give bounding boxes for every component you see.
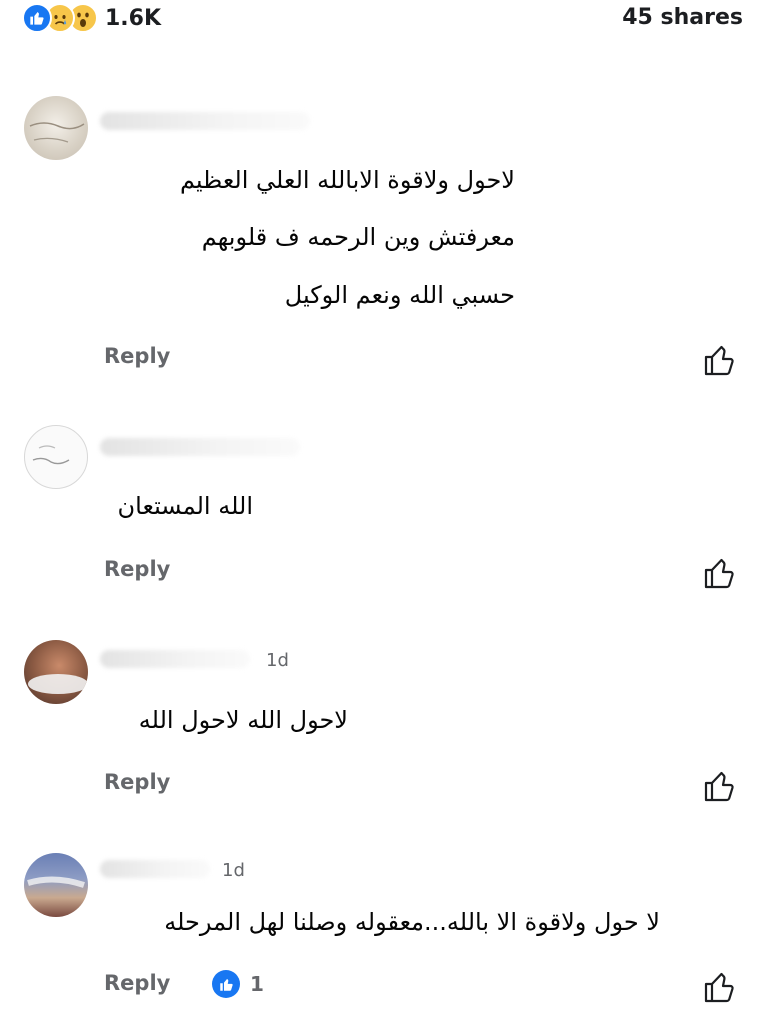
reply-button[interactable]: Reply	[104, 344, 170, 368]
comment-timestamp: 1d	[222, 860, 245, 881]
comment-like-count: 1	[250, 972, 264, 996]
comment-text-line: لاحول الله لاحول الله	[138, 706, 348, 734]
comment-timestamp: 1d	[266, 650, 289, 671]
commenter-name-redacted[interactable]	[100, 112, 310, 130]
commenter-name-redacted[interactable]	[100, 650, 250, 668]
comment-text-line: الله المستعان	[117, 492, 253, 520]
commenter-name-redacted[interactable]	[100, 860, 210, 878]
comment-text-line: حسبي الله ونعم الوكيل	[284, 281, 515, 309]
like-icon[interactable]	[702, 969, 738, 1005]
reply-button[interactable]: Reply	[104, 971, 170, 995]
reply-button[interactable]: Reply	[104, 770, 170, 794]
like-icon	[212, 970, 240, 998]
avatar[interactable]	[24, 425, 88, 489]
comment-text-line: لا حول ولاقوة الا بالله...معقوله وصلنا ل…	[164, 908, 660, 936]
avatar[interactable]	[24, 96, 88, 160]
reactions-summary[interactable]: 1.6K	[22, 3, 161, 33]
comment-text-line: معرفتش وين الرحمه ف قلوبهم	[201, 223, 515, 251]
comment-reactions[interactable]: 1	[212, 970, 264, 998]
reply-button[interactable]: Reply	[104, 557, 170, 581]
like-icon[interactable]	[702, 342, 738, 378]
like-icon	[22, 3, 52, 33]
post-stats-bar: 1.6K 45 shares	[0, 0, 769, 40]
reaction-count: 1.6K	[105, 5, 162, 31]
commenter-name-redacted[interactable]	[100, 438, 300, 456]
like-icon[interactable]	[702, 555, 738, 591]
shares-count[interactable]: 45 shares	[622, 5, 743, 30]
like-icon[interactable]	[702, 768, 738, 804]
avatar[interactable]	[24, 640, 88, 704]
comment-text-line: لاحول ولاقوة الابالله العلي العظيم	[179, 166, 515, 194]
avatar[interactable]	[24, 853, 88, 917]
